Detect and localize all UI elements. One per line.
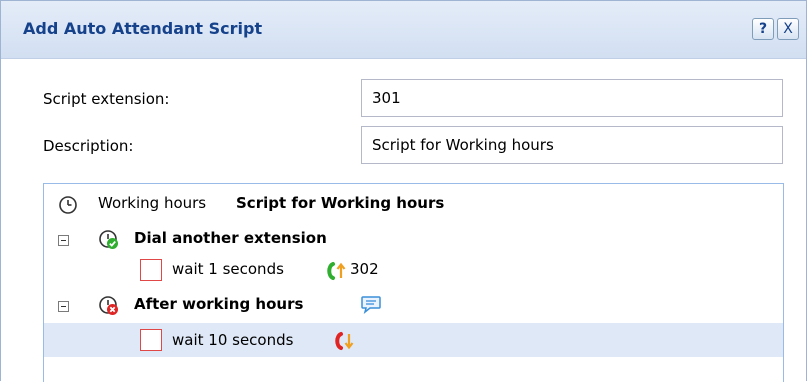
- script-tree: Working hours Script for Working hours D…: [43, 183, 784, 382]
- clock-green-check-icon: [99, 230, 118, 249]
- help-icon: ?: [758, 21, 768, 37]
- collapse-toggle-dial-extension[interactable]: [58, 235, 69, 246]
- action-checkbox[interactable]: [140, 329, 162, 351]
- tree-node-label: Dial another extension: [134, 229, 327, 247]
- tree-root-prefix: Working hours: [98, 194, 207, 212]
- action-text: wait 1 seconds: [172, 260, 284, 278]
- dialog-title: Add Auto Attendant Script: [23, 19, 263, 38]
- phone-hangup-icon: [335, 332, 354, 350]
- tree-action-wait-10[interactable]: wait 10 seconds: [44, 323, 783, 357]
- tree-node-after-hours[interactable]: After working hours: [44, 290, 783, 320]
- tree-node-label: After working hours: [134, 295, 304, 313]
- help-button[interactable]: ?: [752, 18, 774, 40]
- action-target: 302: [350, 260, 379, 278]
- collapse-toggle-after-hours[interactable]: [58, 301, 69, 312]
- speech-bubble-icon[interactable]: [360, 295, 382, 315]
- tree-node-dial-extension[interactable]: Dial another extension: [44, 224, 783, 254]
- close-button[interactable]: X: [777, 18, 799, 40]
- close-icon: X: [783, 21, 793, 37]
- dialog-titlebar[interactable]: Add Auto Attendant Script ? X: [1, 1, 806, 59]
- clock-icon: [59, 196, 77, 214]
- phone-transfer-out-icon: [327, 262, 346, 280]
- action-text: wait 10 seconds: [172, 331, 294, 349]
- tree-root-row[interactable]: Working hours Script for Working hours: [44, 189, 783, 219]
- tree-root-name: Script for Working hours: [236, 194, 445, 212]
- tree-action-wait-1[interactable]: wait 1 seconds 302: [44, 255, 783, 285]
- description-input[interactable]: [361, 126, 783, 164]
- clock-red-x-icon: [99, 296, 118, 315]
- script-extension-label: Script extension:: [43, 90, 170, 108]
- script-extension-input[interactable]: [361, 79, 783, 117]
- description-label: Description:: [43, 137, 134, 155]
- action-checkbox[interactable]: [140, 259, 162, 281]
- add-auto-attendant-dialog: Add Auto Attendant Script ? X Script ext…: [0, 0, 807, 382]
